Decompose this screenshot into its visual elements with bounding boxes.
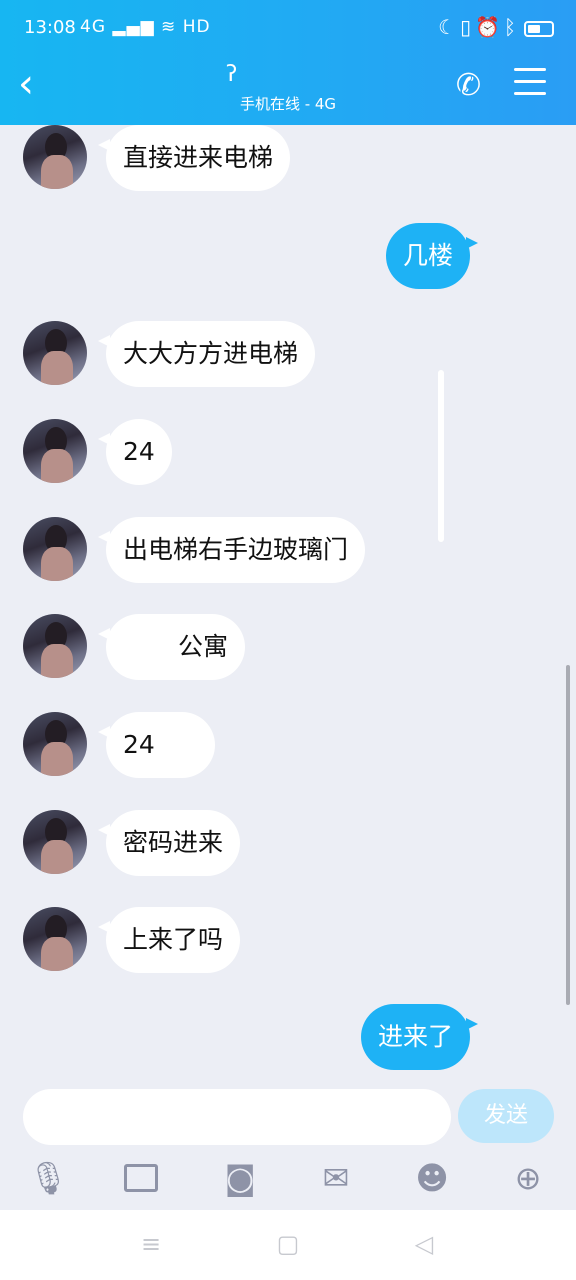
message-input[interactable] [23, 1089, 451, 1145]
camera-icon[interactable]: ◙ [220, 1158, 260, 1198]
chat-header: 13:08 4G ▂▄▆ ≋ HD ☾▯⏰ᛒ ‹ ʔ 手机在线 - 4G ✆ [0, 0, 576, 125]
message-bubble[interactable]: 上来了吗 [97, 907, 241, 973]
contact-avatar[interactable] [23, 125, 87, 189]
moon-icon: ☾ [438, 15, 461, 39]
bluetooth-icon: ᛒ [504, 15, 520, 39]
contact-avatar[interactable] [23, 419, 87, 483]
red-packet-icon[interactable]: ✉ [316, 1158, 356, 1198]
message-bubble[interactable]: 直接进来电梯 [97, 125, 291, 191]
contact-avatar[interactable] [23, 907, 87, 971]
alarm-icon: ⏰ [475, 15, 504, 39]
battery-icon [524, 20, 554, 37]
contact-avatar[interactable] [23, 810, 87, 874]
contact-avatar[interactable] [23, 614, 87, 678]
phone-call-button[interactable]: ✆ [456, 68, 481, 103]
image-icon[interactable] [124, 1158, 164, 1198]
system-navbar: ≡ ▢ ◁ [0, 1210, 576, 1280]
message-bubble[interactable]: 进来了 [360, 1004, 479, 1070]
ear-icon[interactable]: ʔ [226, 62, 237, 87]
menu-button[interactable] [514, 68, 546, 96]
plus-icon[interactable]: ⊕ [508, 1158, 548, 1198]
message-bubble[interactable]: 24 [98, 712, 215, 778]
back-nav-icon[interactable]: ◁ [412, 1232, 436, 1256]
message-bubble[interactable]: 密码进来 [97, 810, 241, 876]
home-nav-icon[interactable]: ▢ [276, 1232, 300, 1256]
message-bubble[interactable]: 公寓 [97, 614, 246, 680]
signal-indicator: 4G ▂▄▆ ≋ HD [80, 17, 211, 37]
status-bar: 13:08 4G ▂▄▆ ≋ HD ☾▯⏰ᛒ [0, 0, 576, 58]
message-bubble[interactable]: 几楼 [385, 223, 479, 289]
contact-avatar[interactable] [23, 517, 87, 581]
online-status: 手机在线 - 4G [239, 95, 337, 113]
scrollbar[interactable] [566, 665, 570, 1005]
contact-avatar[interactable] [23, 321, 87, 385]
menu-nav-icon[interactable]: ≡ [139, 1232, 163, 1256]
message-bubble[interactable]: 大大方方进电梯 [97, 321, 316, 387]
microphone-icon[interactable]: 🎙 [28, 1158, 69, 1198]
status-time: 13:08 [24, 17, 76, 38]
send-button[interactable]: 发送 [458, 1089, 554, 1143]
message-bubble[interactable]: 出电梯右手边玻璃门 [97, 517, 366, 583]
emoji-icon[interactable]: ☻ [412, 1158, 452, 1198]
contact-avatar[interactable] [23, 712, 87, 776]
message-bubble[interactable]: 24 [98, 419, 172, 485]
input-toolbar: 🎙 ◙ ✉ ☻ ⊕ [0, 1152, 576, 1208]
side-panel-tab[interactable] [438, 370, 444, 542]
composer: 发送 [0, 1080, 576, 1150]
vibrate-icon: ▯ [460, 15, 476, 39]
status-icons: ☾▯⏰ᛒ [438, 15, 554, 39]
